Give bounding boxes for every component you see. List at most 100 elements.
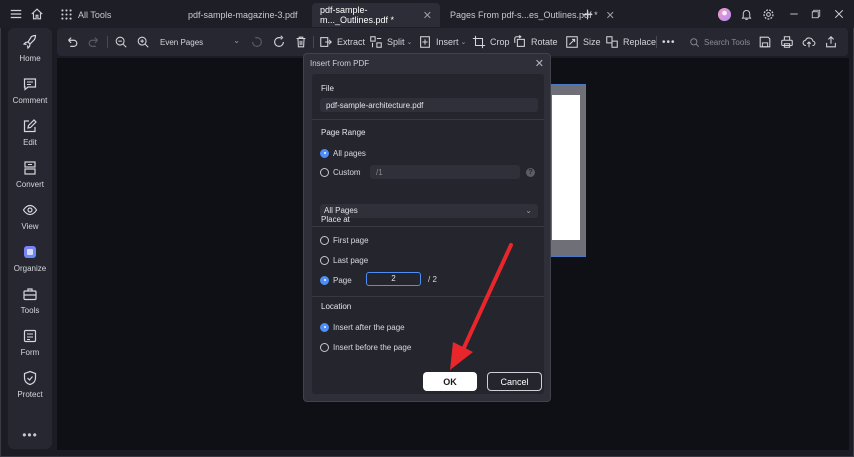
ok-button[interactable]: OK [423,372,477,391]
section-divider [312,296,544,297]
tab-magazine[interactable]: pdf-sample-magazine-3.pdf [180,3,306,27]
search-tools-input[interactable]: Search Tools [689,33,759,51]
radio-all-pages[interactable]: All pages [320,147,366,159]
cloud-upload-icon [802,37,816,48]
rotate-right-button[interactable] [272,33,286,51]
undo-button[interactable] [65,33,79,51]
rotate-icon [514,35,525,47]
custom-range-input[interactable]: /1 [370,165,520,179]
radio-insert-before[interactable]: Insert before the page [320,341,411,353]
print-button[interactable] [780,33,794,51]
page-preview [552,95,580,240]
organize-icon [24,246,36,258]
crop-icon [472,35,486,49]
crop-button[interactable]: Crop [472,33,510,51]
toolbox-icon [23,288,37,301]
tab-outlines-active[interactable]: pdf-sample-m..._Outlines.pdf * ✕ [312,3,440,27]
insert-icon [420,36,430,48]
sidebar-item-tools[interactable]: Tools [8,284,52,324]
rotate-left-button[interactable] [250,33,264,51]
section-divider [312,226,544,227]
chevron-down-icon: ⌄ [233,36,240,45]
upload-cloud-button[interactable] [802,33,816,51]
zoom-in-button[interactable] [136,33,150,51]
sidebar-item-protect[interactable]: Protect [8,368,52,408]
undo-icon [68,37,78,47]
radio-indicator [320,255,329,265]
restore-icon[interactable] [808,6,824,22]
replace-button[interactable]: Replace [605,33,656,51]
zoom-out-button[interactable] [114,33,128,51]
radio-custom[interactable]: Custom [320,166,361,178]
page-thumbnail[interactable] [548,84,586,257]
radio-first-page[interactable]: First page [320,234,369,246]
sidebar-item-edit[interactable]: Edit [8,116,52,156]
zoom-in-icon [137,36,149,48]
edit-icon [23,119,37,133]
file-label: File [321,84,334,93]
sidebar-more-button[interactable]: ••• [8,428,52,442]
save-button[interactable] [758,33,772,51]
delete-button[interactable] [294,33,308,51]
page-size-icon [566,36,578,48]
chevron-down-icon: ⌄ [406,39,413,46]
refresh-icon [274,35,284,47]
extract-button[interactable]: Extract [319,33,365,51]
rotate-button[interactable]: Rotate [513,33,558,51]
rotate-left-icon [252,37,262,47]
sidebar: Home Comment Edit Convert View Organize … [8,28,52,449]
insert-from-pdf-dialog: Insert From PDF ✕ File pdf-sample-archit… [303,53,551,402]
split-button[interactable]: Split ⌄ [369,33,412,51]
tab-all-tools[interactable]: All Tools [70,3,119,27]
file-field[interactable]: pdf-sample-architecture.pdf [320,98,538,112]
radio-insert-after[interactable]: Insert after the page [320,321,405,333]
sidebar-item-organize[interactable]: Organize [8,242,52,282]
minimize-icon[interactable] [786,6,802,22]
sidebar-item-convert[interactable]: Convert [8,158,52,198]
sidebar-item-form[interactable]: Form [8,326,52,366]
size-button[interactable]: Size [565,33,601,51]
radio-last-page[interactable]: Last page [320,254,368,266]
tab-pages-from[interactable]: Pages From pdf-s...es_Outlines.pdf * ✕ [442,3,623,27]
radio-indicator [320,275,329,285]
toolbar-divider [313,36,314,48]
extract-icon [320,37,332,47]
page-filter-select[interactable]: Even Pages ⌄ [154,33,244,51]
sidebar-item-view[interactable]: View [8,200,52,240]
home-icon[interactable] [29,6,45,22]
eye-icon [22,204,38,216]
redo-button[interactable] [87,33,101,51]
close-tab-icon[interactable]: ✕ [423,9,432,22]
dialog-body: File pdf-sample-architecture.pdf Page Ra… [312,74,544,394]
dialog-close-icon[interactable]: ✕ [535,57,544,70]
radio-indicator [320,148,329,158]
share-button[interactable] [824,33,838,51]
avatar[interactable] [716,6,732,22]
printer-icon [781,36,793,48]
sidebar-item-comment[interactable]: Comment [8,74,52,114]
new-tab-icon[interactable] [579,6,595,22]
insert-button[interactable]: Insert ⌄ [418,33,466,51]
menu-icon[interactable] [8,6,24,22]
place-at-label: Place at [321,215,350,224]
tab-bar: All Tools pdf-sample-magazine-3.pdf pdf-… [0,0,854,28]
cancel-button[interactable]: Cancel [487,372,542,391]
comment-icon [23,78,37,91]
shield-icon [23,370,37,386]
close-tab-icon[interactable]: ✕ [606,9,615,22]
convert-icon [24,161,36,175]
help-icon[interactable]: ? [526,168,535,177]
replace-icon [606,36,618,48]
toolbar: Even Pages ⌄ Extract Split ⌄ Insert ⌄ Cr… [57,28,848,56]
toolbar-divider [107,36,108,48]
sidebar-item-home[interactable]: Home [8,32,52,72]
more-tools-button[interactable]: ••• [662,33,676,51]
radio-indicator [320,342,329,352]
gear-icon[interactable] [760,6,776,22]
page-number-input[interactable]: 2 [366,272,421,286]
radio-page[interactable]: Page [320,274,352,286]
bell-icon[interactable] [738,6,754,22]
dialog-title: Insert From PDF [310,59,370,68]
redo-icon [88,37,98,47]
close-icon[interactable] [831,6,847,22]
